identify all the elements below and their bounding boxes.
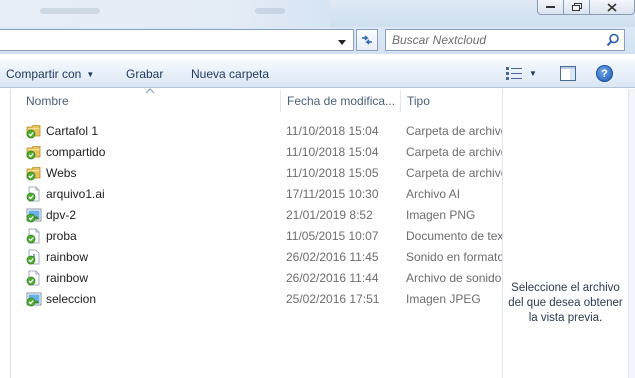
close-icon [607,2,617,12]
new-folder-button[interactable]: Nueva carpeta [191,66,269,82]
maximize-button[interactable] [564,0,590,15]
navigation-bar [0,27,635,54]
file-row[interactable]: proba 11/05/2015 10:07 Documento de texto [11,225,502,246]
file-date: 17/11/2015 10:30 [286,187,379,201]
file-type: Sonido en formato [406,250,502,264]
file-date: 25/02/2016 17:51 [286,292,380,306]
burn-label: Grabar [126,67,164,81]
file-synced-icon [26,228,40,244]
preview-pane-icon[interactable] [560,66,576,81]
refresh-button[interactable] [356,29,378,51]
preview-line: Seleccione el archivo [511,282,620,294]
file-name: dpv-2 [46,208,77,222]
folder-synced-icon [26,146,41,160]
file-date: 11/10/2018 15:04 [286,124,379,138]
folder-synced-icon [26,167,41,181]
file-type: Imagen PNG [406,208,476,222]
view-options-dropdown[interactable]: ▼ [529,69,537,78]
file-row[interactable]: Cartafol 1 11/10/2018 15:04 Carpeta de arc… [11,120,502,141]
restore-icon [571,3,582,11]
file-date: 21/01/2019 8:52 [286,208,373,222]
image-synced-icon [26,292,42,307]
chevron-down-icon: ▼ [86,70,95,79]
file-synced-icon [26,270,40,286]
file-name: Webs [46,166,77,180]
folder-synced-icon [26,125,41,139]
file-type: Archivo de sonido [406,271,502,285]
blurred-text [40,8,100,14]
help-icon[interactable]: ? [596,65,613,82]
address-history-button[interactable] [334,34,350,50]
file-row[interactable]: seleccion 25/02/2016 17:51 Imagen JPEG [11,288,502,309]
file-name: rainbow [46,250,89,264]
file-name: Cartafol 1 [46,124,99,138]
column-divider[interactable] [280,90,281,112]
file-date: 26/02/2016 11:45 [286,250,379,264]
image-synced-icon [26,208,42,223]
search-box[interactable] [385,29,625,51]
file-date: 26/02/2016 11:44 [286,271,379,285]
file-name: arquivo1.ai [46,187,105,201]
file-row[interactable]: arquivo1.ai 17/11/2015 10:30 Archivo AI [11,183,502,204]
file-row[interactable]: dpv-2 21/01/2019 8:52 Imagen PNG [11,204,502,225]
file-synced-icon [26,186,40,202]
file-date: 11/10/2018 15:05 [286,166,379,180]
minimize-icon [546,5,555,8]
column-divider[interactable] [400,90,401,112]
preview-line: la vista previa. [528,312,603,324]
title-bar [0,0,635,27]
vertical-scrollbar[interactable] [628,89,635,378]
file-type: Documento de texto [406,229,502,243]
column-header-date[interactable]: Fecha de modifica... [287,89,399,114]
share-with-button[interactable]: Compartir con ▼ [6,66,94,82]
file-row[interactable]: rainbow 26/02/2016 11:45 Sonido en formato [11,246,502,267]
file-name: rainbow [46,271,89,285]
file-name: proba [46,229,77,243]
file-row[interactable]: Webs 11/10/2018 15:05 Carpeta de archivos [11,162,502,183]
file-row[interactable]: rainbow 26/02/2016 11:44 Archivo de sonido [11,267,502,288]
preview-placeholder: Seleccione el archivo del que desea obte… [503,281,628,326]
file-type: Imagen JPEG [406,292,481,306]
file-name: seleccion [46,292,97,306]
file-type: Carpeta de archivos [406,166,502,180]
new-folder-label: Nueva carpeta [191,67,270,81]
file-date: 11/10/2018 15:04 [286,145,379,159]
file-type: Carpeta de archivos [406,124,502,138]
window-controls [537,0,635,15]
column-header-type[interactable]: Tipo [407,89,497,114]
command-bar: Compartir con ▼ Grabar Nueva carpeta ▼ ? [0,60,635,88]
burn-button[interactable]: Grabar [126,66,163,82]
column-header-type-label: Tipo [407,94,430,108]
share-with-label: Compartir con [6,67,82,81]
file-row[interactable]: compartido 11/10/2018 15:04 Carpeta de arc… [11,141,502,162]
view-options-icon[interactable] [506,67,522,80]
column-header-name[interactable]: Nombre [26,89,276,114]
search-input[interactable] [392,32,602,48]
preview-line: del que desea obtener [508,297,623,309]
chevron-down-icon [338,39,346,45]
column-header-date-label: Fecha de modifica... [287,94,396,108]
search-icon[interactable] [606,33,620,47]
background-window [0,0,330,27]
file-type: Archivo AI [406,187,461,201]
close-button[interactable] [590,0,635,15]
minimize-button[interactable] [537,0,564,15]
audio-synced-icon [26,249,40,265]
file-date: 11/05/2015 10:07 [286,229,379,243]
column-header-name-label: Nombre [26,94,69,108]
blurred-text [255,8,285,14]
file-name: compartido [46,145,106,159]
address-bar[interactable] [0,29,354,51]
refresh-icon [362,35,372,45]
preview-pane-divider[interactable] [502,89,503,378]
file-type: Carpeta de archivos [406,145,502,159]
